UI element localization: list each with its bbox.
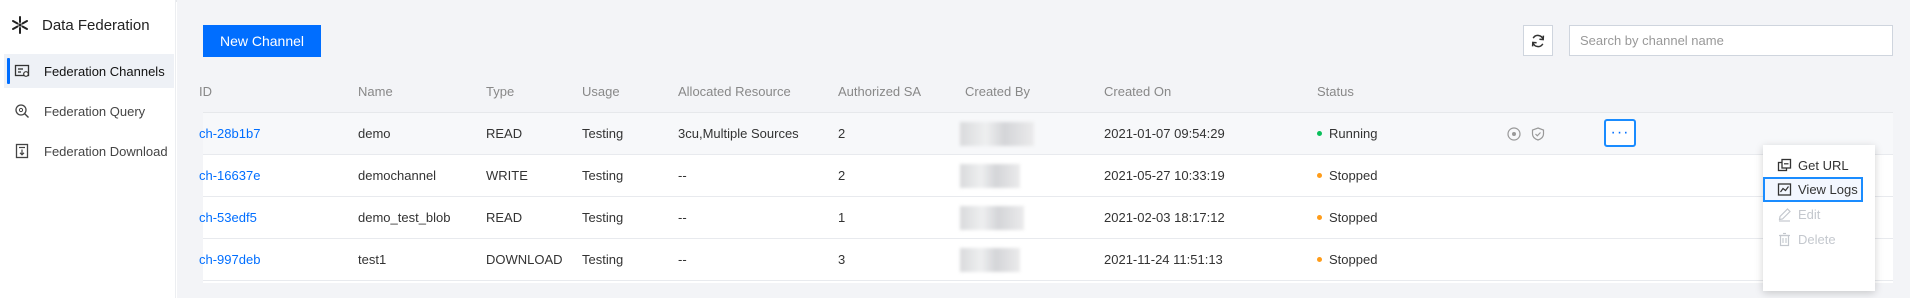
stop-icon[interactable]	[1506, 126, 1522, 142]
status-cell: Stopped	[1317, 239, 1377, 281]
menu-item-edit[interactable]: Edit	[1763, 202, 1875, 227]
refresh-button[interactable]	[1523, 25, 1553, 56]
menu-item-label: Get URL	[1798, 158, 1849, 173]
column-header-id: ID	[199, 84, 212, 99]
column-header-name: Name	[358, 84, 393, 99]
column-header-created-on: Created On	[1104, 84, 1172, 99]
column-header-authorized-sa: Authorized SA	[838, 84, 922, 99]
created-on: 2021-05-27 10:33:19	[1104, 168, 1225, 183]
created-by-redacted	[960, 164, 1020, 188]
allocated-resource: --	[678, 210, 687, 225]
allocated-resource: 3cu,Multiple Sources	[678, 126, 799, 141]
status-running-dot	[1317, 131, 1322, 137]
more-icon: ···	[1610, 124, 1630, 141]
data-federation-logo-icon	[12, 16, 28, 34]
menu-item-delete[interactable]: Delete	[1763, 227, 1875, 252]
channel-type: READ	[486, 126, 523, 141]
channel-name: demo	[358, 126, 391, 141]
sidebar-item-label: Federation Download	[44, 143, 168, 159]
sidebar-item-label: Federation Channels	[44, 63, 165, 79]
column-header-type: Type	[486, 84, 515, 99]
more-actions-menu: Get URL View Logs Edit Delete	[1763, 145, 1875, 291]
status-text: Stopped	[1329, 210, 1378, 225]
column-header-allocated-resource: Allocated Resource	[678, 84, 791, 99]
channel-usage: Testing	[582, 210, 624, 225]
sidebar-header: Data Federation	[10, 14, 150, 36]
shield-icon[interactable]	[1530, 126, 1546, 142]
copy-url-icon	[1777, 158, 1792, 173]
menu-item-label: View Logs	[1798, 182, 1858, 197]
column-header-status: Status	[1317, 84, 1354, 99]
channel-id-link[interactable]: ch-997deb	[199, 239, 260, 281]
table-row[interactable]: ch-997deb test1 DOWNLOAD Testing -- 3 20…	[199, 239, 1893, 281]
created-on: 2021-01-07 09:54:29	[1104, 126, 1225, 141]
more-actions-button[interactable]: ···	[1604, 119, 1636, 147]
table-row[interactable]: ch-16637e demochannel WRITE Testing -- 2…	[199, 155, 1893, 197]
sidebar: Data Federation Federation Channels Fede…	[0, 0, 176, 298]
menu-item-get-url[interactable]: Get URL	[1763, 153, 1875, 178]
status-text: Stopped	[1329, 168, 1378, 183]
delete-icon	[1777, 232, 1792, 247]
channel-type: READ	[486, 210, 523, 225]
created-by-redacted	[960, 206, 1024, 230]
sidebar-item-label: Federation Query	[44, 103, 146, 119]
edit-icon	[1777, 207, 1792, 222]
table-row[interactable]: ch-28b1b7 demo READ Testing 3cu,Multiple…	[199, 113, 1893, 155]
column-header-usage: Usage	[582, 84, 620, 99]
sidebar-item-federation-channels[interactable]: Federation Channels	[4, 54, 174, 88]
channel-usage: Testing	[582, 168, 624, 183]
status-stopped-dot	[1317, 257, 1322, 263]
menu-item-view-logs[interactable]: View Logs	[1763, 177, 1863, 202]
channel-type: DOWNLOAD	[486, 252, 563, 267]
sidebar-item-federation-query[interactable]: Federation Query	[4, 94, 174, 128]
channels-table: ID Name Type Usage Allocated Resource Au…	[199, 71, 1893, 283]
sidebar-item-federation-download[interactable]: Federation Download	[4, 134, 174, 168]
allocated-resource: --	[678, 252, 687, 267]
authorized-sa: 3	[838, 252, 846, 267]
created-on: 2021-02-03 18:17:12	[1104, 210, 1225, 225]
refresh-icon	[1531, 34, 1545, 47]
status-cell: Running	[1317, 113, 1377, 155]
status-text: Stopped	[1329, 252, 1378, 267]
status-stopped-dot	[1317, 173, 1322, 179]
created-by-redacted	[960, 248, 1020, 272]
table-header: ID Name Type Usage Allocated Resource Au…	[199, 71, 1893, 113]
channel-name: demochannel	[358, 168, 437, 183]
status-cell: Stopped	[1317, 197, 1377, 239]
channel-name: test1	[358, 252, 387, 267]
sidebar-title: Data Federation	[42, 16, 150, 34]
column-header-created-by: Created By	[965, 84, 1031, 99]
authorized-sa: 2	[838, 168, 846, 183]
query-icon	[14, 103, 30, 119]
download-icon	[14, 143, 30, 159]
status-text: Running	[1329, 126, 1378, 141]
channel-type: WRITE	[486, 168, 528, 183]
channel-id-link[interactable]: ch-28b1b7	[199, 113, 260, 155]
menu-item-label: Delete	[1798, 232, 1836, 247]
channel-usage: Testing	[582, 252, 624, 267]
status-stopped-dot	[1317, 215, 1322, 221]
channel-id-link[interactable]: ch-16637e	[199, 155, 260, 197]
menu-item-label: Edit	[1798, 207, 1821, 222]
main-content: New Channel ID Name Type Usage Allocated…	[177, 0, 1910, 298]
authorized-sa: 1	[838, 210, 846, 225]
channel-id-link[interactable]: ch-53edf5	[199, 197, 257, 239]
new-channel-button[interactable]: New Channel	[203, 25, 321, 57]
created-on: 2021-11-24 11:51:13	[1104, 252, 1223, 267]
search-input[interactable]	[1569, 25, 1893, 56]
channel-usage: Testing	[582, 126, 624, 141]
channels-icon	[14, 63, 30, 79]
authorized-sa: 2	[838, 126, 846, 141]
table-row[interactable]: ch-53edf5 demo_test_blob READ Testing --…	[199, 197, 1893, 239]
status-cell: Stopped	[1317, 155, 1377, 197]
created-by-redacted	[960, 122, 1034, 146]
allocated-resource: --	[678, 168, 687, 183]
logs-icon	[1777, 182, 1792, 197]
channel-name: demo_test_blob	[358, 210, 451, 225]
